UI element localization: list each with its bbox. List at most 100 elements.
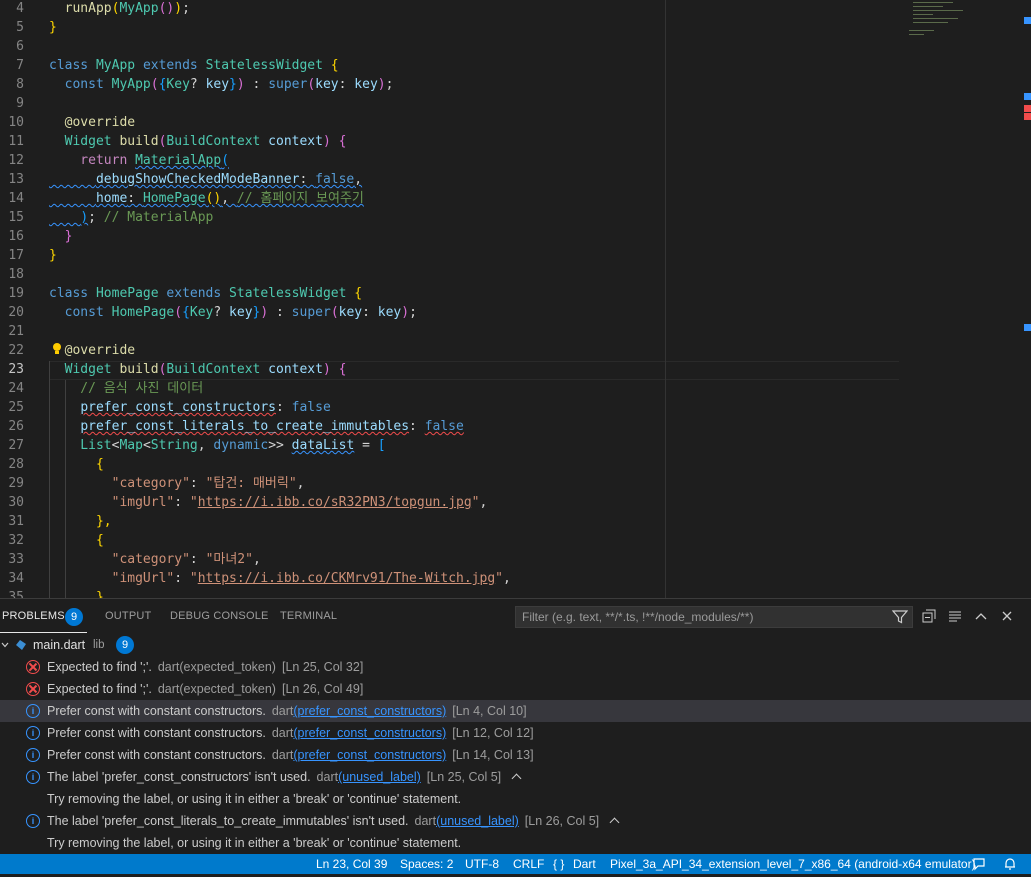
code-token: return (49, 153, 136, 168)
code-line[interactable]: 13 debugShowCheckedModeBanner: false, (0, 170, 900, 189)
active-tab-indicator (0, 632, 87, 633)
tab-problems[interactable]: PROBLEMS (2, 610, 65, 622)
code-line[interactable]: 5} (0, 18, 900, 37)
problem-detail-row[interactable]: Try removing the label, or using it in e… (0, 788, 1031, 810)
code-line[interactable]: 35 }, (0, 588, 900, 598)
file-group-row[interactable]: main.dart lib 9 (0, 634, 1031, 656)
tab-terminal[interactable]: TERMINAL (280, 610, 337, 622)
line-number: 7 (16, 58, 24, 73)
line-number: 30 (8, 495, 24, 510)
code-line[interactable]: 25 prefer_const_constructors: false (0, 398, 900, 417)
code-line[interactable]: 24 // 음식 사진 데이터 (0, 379, 900, 398)
status-bar: Ln 23, Col 39 Spaces: 2 UTF-8 CRLF { } D… (0, 854, 1031, 874)
problem-row[interactable]: i The label 'prefer_const_literals_to_cre… (0, 810, 1031, 832)
line-number: 34 (8, 571, 24, 586)
language-braces-icon[interactable]: { } (553, 854, 564, 874)
minimap[interactable] (905, 0, 1015, 40)
problem-code-link[interactable]: (prefer_const_constructors) (293, 726, 446, 740)
problem-row[interactable]: i Prefer const with constant constructors… (0, 722, 1031, 744)
indentation[interactable]: Spaces: 2 (400, 854, 453, 874)
collapse-all-icon[interactable] (921, 609, 937, 625)
language-mode[interactable]: Dart (573, 854, 596, 874)
problem-code-link[interactable]: (prefer_const_constructors) (293, 748, 446, 762)
code-token: { (338, 362, 347, 377)
code-line[interactable]: 31 }, (0, 512, 900, 531)
code-line[interactable]: 21 (0, 322, 900, 341)
code-line[interactable]: 16 } (0, 227, 900, 246)
code-line[interactable]: 19 class HomePage extends StatelessWidget… (0, 284, 900, 303)
dart-file-icon (16, 640, 26, 650)
code-line[interactable]: 22 @override (0, 341, 900, 360)
code-line[interactable]: 20 const HomePage({Key? key}) : super(ke… (0, 303, 900, 322)
code-line[interactable]: 33 "category": "마녀2", (0, 550, 900, 569)
chevron-up-icon[interactable] (609, 817, 620, 828)
line-code: Widget build(BuildContext context) { (49, 360, 347, 379)
code-token: } (49, 248, 57, 263)
code-line[interactable]: 14 home: HomePage(), // 홈페이지 보여주기 (0, 189, 900, 208)
lightbulb-icon[interactable] (52, 342, 62, 356)
code-line[interactable]: 12 return MaterialApp( (0, 151, 900, 170)
code-line[interactable]: 9 (0, 94, 900, 113)
notifications-icon[interactable] (1003, 857, 1017, 877)
code-token: ( (221, 153, 230, 168)
code-line[interactable]: 15 ); // MaterialApp (0, 208, 900, 227)
code-line[interactable]: 32 { (0, 531, 900, 550)
code-line[interactable]: 26 prefer_const_literals_to_create_immut… (0, 417, 900, 436)
tab-output[interactable]: OUTPUT (105, 610, 151, 622)
code-token: }, (49, 590, 112, 598)
filter-icon[interactable] (892, 610, 908, 624)
problem-row[interactable]: i The label 'prefer_const_constructors' i… (0, 766, 1031, 788)
code-line[interactable]: 17} (0, 246, 900, 265)
code-token: ) (401, 305, 410, 320)
cursor-position[interactable]: Ln 23, Col 39 (316, 854, 387, 874)
code-token: const (49, 77, 112, 92)
line-number: 10 (8, 115, 24, 130)
problem-row[interactable]: Expected to find ';'. dart(expected_token… (0, 678, 1031, 700)
code-token: build (119, 362, 159, 377)
code-line[interactable]: 30 "imgUrl": "https://i.ibb.co/sR32PN3/t… (0, 493, 900, 512)
code-line[interactable]: 29 "category": "탑건: 매버릭", (0, 474, 900, 493)
problem-location: [Ln 14, Col 13] (452, 748, 534, 762)
code-token: { (338, 134, 347, 149)
code-line[interactable]: 10 @override (0, 113, 900, 132)
code-line[interactable]: 27 List<Map<String, dynamic>> dataList =… (0, 436, 900, 455)
feedback-icon[interactable] (972, 857, 986, 877)
code-line[interactable]: 18 (0, 265, 900, 284)
maximize-panel-icon[interactable] (973, 609, 989, 625)
code-line[interactable]: 7 class MyApp extends StatelessWidget { (0, 56, 900, 75)
problem-row[interactable]: i Prefer const with constant constructors… (0, 744, 1031, 766)
filter-input[interactable] (516, 607, 876, 627)
close-panel-icon[interactable] (999, 609, 1015, 625)
code-token: false (315, 172, 355, 187)
problem-code-link[interactable]: (prefer_const_constructors) (293, 704, 446, 718)
line-code: debugShowCheckedModeBanner: false, (49, 170, 362, 189)
code-token: HomePage (142, 191, 206, 206)
problem-code-link[interactable]: (unused_label) (436, 814, 519, 828)
flutter-device[interactable]: Pixel_3a_API_34_extension_level_7_x86_64… (610, 854, 976, 874)
problem-text: Expected to find ';'. (47, 682, 152, 696)
encoding[interactable]: UTF-8 (465, 854, 499, 874)
tab-debug-console[interactable]: DEBUG CONSOLE (170, 610, 269, 622)
problem-detail-row[interactable]: Try removing the label, or using it in e… (0, 832, 1031, 854)
view-as-list-icon[interactable] (947, 609, 963, 625)
code-line[interactable]: 34 "imgUrl": "https://i.ibb.co/CKMrv91/T… (0, 569, 900, 588)
line-ending[interactable]: CRLF (513, 854, 544, 874)
code-line[interactable]: 6 (0, 37, 900, 56)
line-number: 16 (8, 229, 24, 244)
code-editor[interactable]: 4 runApp(MyApp()); 5} 6 7 class MyApp extend… (0, 0, 1031, 598)
line-number: 20 (8, 305, 24, 320)
code-line[interactable]: 8 const MyApp({Key? key}) : super(key: k… (0, 75, 900, 94)
error-icon (26, 682, 40, 696)
scrollbar-marker (1024, 93, 1031, 100)
code-line[interactable]: 28 { (0, 455, 900, 474)
code-line[interactable]: 4 runApp(MyApp()); (0, 0, 900, 18)
chevron-up-icon[interactable] (511, 773, 522, 784)
code-token: ) (80, 210, 89, 225)
code-line[interactable]: 23 Widget build(BuildContext context) { (0, 360, 900, 379)
problem-row[interactable]: i Prefer const with constant constructors… (0, 700, 1031, 722)
problem-row[interactable]: Expected to find ';'. dart(expected_token… (0, 656, 1031, 678)
problem-code-link[interactable]: (unused_label) (338, 770, 421, 784)
code-token: class (49, 286, 96, 301)
code-line[interactable]: 11 Widget build(BuildContext context) { (0, 132, 900, 151)
